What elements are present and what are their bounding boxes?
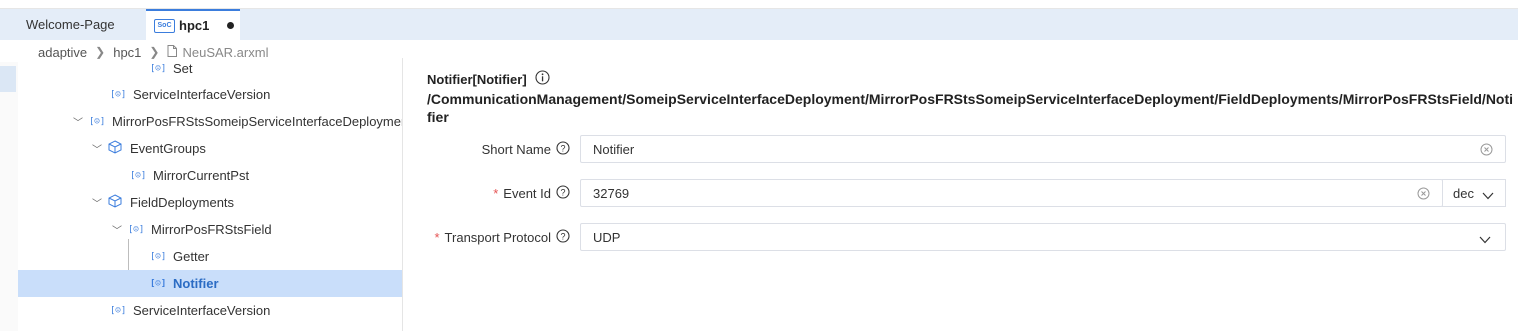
tree-item[interactable]: ﹀ EventGroups [18, 135, 402, 162]
chevron-down-icon[interactable]: ﹀ [112, 222, 122, 237]
tree-item-label: Set [173, 61, 193, 76]
required-marker: * [493, 185, 499, 201]
soc-icon: SoC [154, 18, 175, 33]
tree-item-selected[interactable]: [☺] Notifier [18, 270, 402, 297]
help-icon[interactable]: ? [556, 140, 570, 158]
event-id-label-text: Event Id [503, 185, 551, 201]
interface-icon: [☺] [150, 278, 167, 289]
chevron-down-icon [1482, 188, 1494, 203]
tree-item-label: MirrorCurrentPst [153, 168, 250, 183]
chevron-down-icon [1479, 232, 1491, 247]
tree-item[interactable]: ﹀ [☺] MirrorPosFRStsField [18, 216, 402, 243]
tree-item[interactable]: ﹀ [☺] MirrorPosFRStsSomeipServiceInterfa… [18, 108, 403, 135]
short-name-input[interactable]: Notifier [580, 135, 1506, 163]
tree-item[interactable]: [☺] ServiceInterfaceVersion [18, 297, 402, 324]
transport-protocol-label-text: Transport Protocol [444, 229, 551, 245]
detail-title-text: Notifier[Notifier] [427, 71, 527, 87]
interface-icon: [☺] [89, 116, 106, 127]
tab-label: Welcome-Page [26, 17, 115, 32]
help-icon[interactable]: ? [556, 228, 570, 246]
unsaved-dot-icon[interactable] [227, 22, 235, 29]
tree-item-label: FieldDeployments [130, 195, 235, 210]
event-id-input[interactable]: 32769 [580, 179, 1443, 207]
info-icon[interactable] [535, 70, 550, 88]
tree-item[interactable]: ﹀ FieldDeployments [18, 189, 402, 216]
number-format-value: dec [1453, 185, 1474, 201]
short-name-label: Short Name ? [420, 135, 570, 163]
top-strip [0, 0, 1518, 9]
svg-text:?: ? [560, 231, 565, 241]
tree-item-label: MirrorPosFRStsField [151, 222, 272, 237]
clear-icon[interactable] [1417, 187, 1430, 203]
interface-icon: [☺] [150, 251, 167, 262]
chevron-down-icon[interactable]: ﹀ [92, 141, 102, 156]
short-name-value: Notifier [593, 141, 635, 157]
svg-text:?: ? [560, 187, 565, 197]
chevron-right-icon: ❯ [149, 45, 160, 59]
interface-icon: [☺] [110, 89, 127, 100]
tree-item-label: Getter [173, 249, 210, 264]
tree-item-label: Notifier [173, 276, 219, 291]
tab-welcome-page[interactable]: Welcome-Page [16, 9, 144, 40]
tree-item-label: ServiceInterfaceVersion [133, 87, 271, 102]
tree-item-label: EventGroups [130, 141, 206, 156]
tree-item-label: ServiceInterfaceVersion [133, 303, 271, 318]
tree-item[interactable]: [☺] MirrorCurrentPst [18, 162, 402, 189]
number-format-select[interactable]: dec [1442, 179, 1506, 207]
detail-title: Notifier[Notifier] [427, 70, 550, 88]
transport-protocol-select[interactable]: UDP [580, 223, 1506, 251]
tree-item[interactable]: [☺] Set [18, 58, 402, 82]
interface-icon: [☺] [130, 170, 147, 181]
clear-icon[interactable] [1480, 143, 1493, 159]
transport-protocol-label: * Transport Protocol ? [420, 223, 570, 251]
event-id-label: * Event Id ? [420, 179, 570, 207]
svg-text:?: ? [560, 143, 565, 153]
chevron-down-icon[interactable]: ﹀ [73, 114, 83, 129]
event-id-value: 32769 [593, 185, 630, 201]
short-name-label-text: Short Name [481, 141, 551, 157]
tree-item-label: MirrorPosFRStsSomeipServiceInterfaceDepl… [112, 114, 403, 129]
tab-hpc1[interactable]: SoC hpc1 [146, 9, 240, 40]
cube-icon [108, 140, 122, 157]
tab-label: hpc1 [179, 18, 210, 33]
model-tree: [☺] Set [☺] ServiceInterfaceVersion ﹀ [☺… [18, 58, 403, 331]
interface-icon: [☺] [150, 63, 167, 74]
tree-item[interactable]: [☺] ServiceInterfaceVersion [18, 81, 402, 108]
interface-icon: [☺] [128, 224, 145, 235]
transport-protocol-value: UDP [593, 229, 621, 245]
required-marker: * [434, 229, 440, 245]
gutter-active-marker [0, 66, 16, 92]
chevron-down-icon[interactable]: ﹀ [92, 195, 102, 210]
element-path: /CommunicationManagement/SomeipServiceIn… [427, 91, 1514, 125]
tree-item[interactable]: [☺] Getter [18, 243, 402, 270]
chevron-right-icon: ❯ [95, 45, 106, 59]
editor-tab-bar: Welcome-Page SoC hpc1 [0, 9, 1518, 40]
activity-gutter [0, 62, 18, 331]
cube-icon [108, 194, 122, 211]
help-icon[interactable]: ? [556, 184, 570, 202]
interface-icon: [☺] [110, 305, 127, 316]
